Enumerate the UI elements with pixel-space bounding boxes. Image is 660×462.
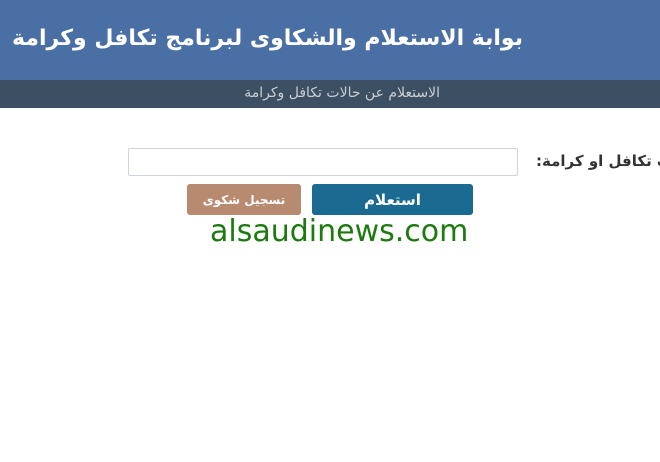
- section-bar: الاستعلام عن حالات تكافل وكرامة: [0, 80, 660, 108]
- page: بوابة الاستعلام والشكاوى لبرنامج تكافل و…: [0, 0, 660, 462]
- national-id-label: ت تكافل او كرامة:: [536, 152, 660, 170]
- watermark-text: alsaudinews.com: [210, 214, 469, 249]
- inquiry-button[interactable]: استعلام: [312, 184, 473, 215]
- register-complaint-button[interactable]: تسجيل شكوى: [187, 184, 301, 215]
- section-title: الاستعلام عن حالات تكافل وكرامة: [244, 85, 440, 101]
- portal-title: بوابة الاستعلام والشكاوى لبرنامج تكافل و…: [12, 26, 523, 51]
- site-header: بوابة الاستعلام والشكاوى لبرنامج تكافل و…: [0, 0, 660, 80]
- national-id-input[interactable]: [128, 148, 518, 176]
